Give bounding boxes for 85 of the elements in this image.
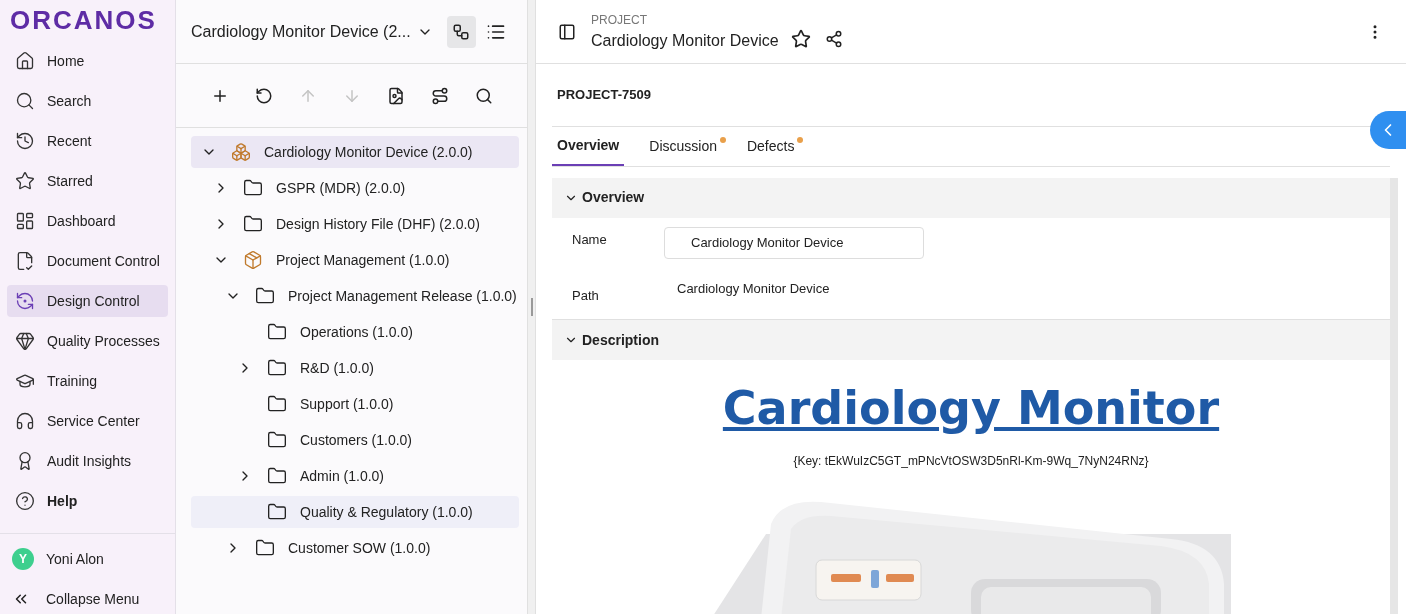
tree-item-label: Customers (1.0.0) xyxy=(300,430,413,450)
tree-item[interactable]: Quality & Regulatory (1.0.0) xyxy=(191,496,519,528)
tree-item[interactable]: Customer SOW (1.0.0) xyxy=(191,532,519,564)
tree-item[interactable]: GSPR (MDR) (2.0.0) xyxy=(191,172,519,204)
package-icon xyxy=(243,250,263,270)
description-heading: Cardiology Monitor xyxy=(722,380,1220,436)
tree-item-label: Cardiology Monitor Device (2.0.0) xyxy=(264,142,473,162)
folder-icon xyxy=(255,538,275,558)
tree-item-label: Customer SOW (1.0.0) xyxy=(288,538,431,558)
nav-item[interactable]: Search xyxy=(7,85,168,117)
nav-item[interactable]: Training xyxy=(7,365,168,397)
field-label: Path xyxy=(571,286,600,305)
folder-icon xyxy=(267,394,287,414)
tree-item-label: Admin (1.0.0) xyxy=(300,466,385,486)
headset-icon xyxy=(15,411,35,431)
nav-item[interactable]: Recent xyxy=(7,125,168,157)
undo-icon xyxy=(254,86,273,105)
nav-item[interactable]: Audit Insights xyxy=(7,445,168,477)
route-icon xyxy=(430,86,449,105)
tree-item-label: GSPR (MDR) (2.0.0) xyxy=(276,178,406,198)
nav-item[interactable]: Service Center xyxy=(7,405,168,437)
document-check-icon xyxy=(15,251,35,271)
share-icon[interactable] xyxy=(824,29,843,48)
folder-icon xyxy=(267,322,287,342)
search-icon xyxy=(15,91,35,111)
panel-toggle-icon[interactable] xyxy=(558,22,576,41)
tab[interactable]: Defects xyxy=(741,127,800,166)
history-icon xyxy=(15,131,35,151)
project-dropdown[interactable]: Cardiology Monitor Device (2... xyxy=(191,19,433,44)
tree-item-label: Support (1.0.0) xyxy=(300,394,394,414)
folder-icon xyxy=(267,466,287,486)
path-value: Cardiology Monitor Device xyxy=(677,279,830,298)
star-icon xyxy=(15,171,35,191)
help-icon xyxy=(15,491,35,511)
tab[interactable]: Overview xyxy=(552,127,625,166)
tree-item-label: Quality & Regulatory (1.0.0) xyxy=(300,502,473,522)
item-title: Cardiology Monitor Device xyxy=(591,30,779,51)
dashboard-icon xyxy=(15,211,35,231)
tree-item[interactable]: R&D (1.0.0) xyxy=(191,352,519,384)
tree-item[interactable]: Project Management (1.0.0) xyxy=(191,244,519,276)
folder-icon xyxy=(267,358,287,378)
nav-item[interactable]: Starred xyxy=(7,165,168,197)
tree-item[interactable]: Customers (1.0.0) xyxy=(191,424,519,456)
logo: ORCANOS xyxy=(9,4,158,37)
tree-item[interactable]: Project Management Release (1.0.0) xyxy=(191,280,519,312)
nav-item[interactable]: Design Control xyxy=(7,285,168,317)
user-name: Yoni Alon xyxy=(46,549,104,569)
tree-view-button[interactable] xyxy=(446,15,476,48)
collapse-panel-button[interactable] xyxy=(1370,111,1406,149)
folder-icon xyxy=(255,286,275,306)
tree-item-label: Design History File (DHF) (2.0.0) xyxy=(276,214,480,234)
tree-item[interactable]: Design History File (DHF) (2.0.0) xyxy=(191,208,519,240)
search-icon xyxy=(474,86,493,105)
tree-item-label: Project Management Release (1.0.0) xyxy=(288,286,517,306)
boxes-icon xyxy=(231,142,251,162)
gem-icon xyxy=(15,331,35,351)
section-header[interactable]: Description xyxy=(552,320,1390,360)
folder-icon xyxy=(267,430,287,450)
star-icon[interactable] xyxy=(790,28,811,49)
cycle-icon xyxy=(15,291,35,311)
tree-item[interactable]: Cardiology Monitor Device (2.0.0) xyxy=(191,136,519,168)
tree-item-label: Operations (1.0.0) xyxy=(300,322,413,342)
tab[interactable]: Discussion xyxy=(644,127,722,166)
item-type-label: PROJECT xyxy=(591,11,648,29)
tree-structure-icon xyxy=(452,22,471,41)
tree-item-label: Project Management (1.0.0) xyxy=(276,250,450,270)
nav-item[interactable]: Home xyxy=(7,45,168,77)
tree-item[interactable]: Support (1.0.0) xyxy=(191,388,519,420)
tree-item-label: R&D (1.0.0) xyxy=(300,358,374,378)
key-text: {Key: tEkWuIzC5GT_mPNcVtOSW3D5nRl-Km-9Wq_7NyN24RNz} xyxy=(793,453,1149,470)
nav-item[interactable]: Help xyxy=(7,485,168,517)
tree-item[interactable]: Operations (1.0.0) xyxy=(191,316,519,348)
folder-icon xyxy=(267,502,287,522)
name-field[interactable]: Cardiology Monitor Device xyxy=(664,226,924,259)
nav-item[interactable]: Document Control xyxy=(7,245,168,277)
folder-icon xyxy=(243,178,263,198)
section-header[interactable]: Overview xyxy=(552,177,1390,218)
field-label: Name xyxy=(571,230,608,249)
nav-item[interactable]: Dashboard xyxy=(7,205,168,237)
collapse-menu-button[interactable]: Collapse Menu xyxy=(12,584,163,614)
image-file-icon xyxy=(386,86,405,105)
home-icon xyxy=(15,51,35,71)
tree-item[interactable]: Admin (1.0.0) xyxy=(191,460,519,492)
nav-item[interactable]: Quality Processes xyxy=(7,325,168,357)
folder-icon xyxy=(243,214,263,234)
